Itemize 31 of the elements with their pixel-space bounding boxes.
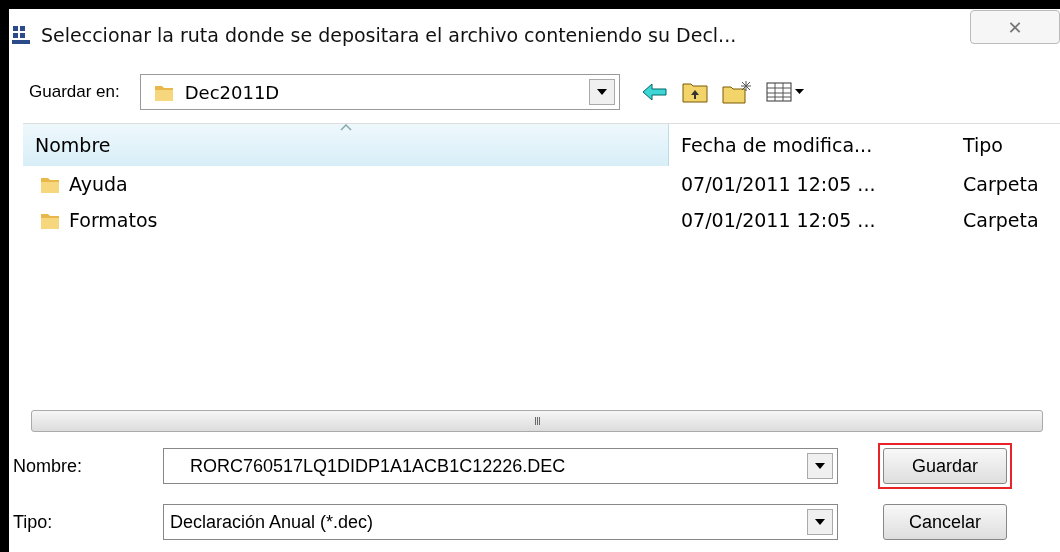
app-icon [11, 24, 33, 46]
file-item[interactable]: Ayuda [23, 173, 669, 195]
cancel-button[interactable]: Cancelar [883, 504, 1007, 540]
dropdown-button[interactable] [807, 453, 833, 479]
dropdown-button[interactable] [807, 509, 833, 535]
combo-field[interactable]: Declaración Anual (*.dec) [163, 504, 838, 540]
location-label: Guardar en: [29, 82, 120, 102]
column-header[interactable]: Tipo [951, 124, 1051, 166]
caret-icon [596, 89, 607, 95]
save-button[interactable]: Guardar [883, 448, 1007, 484]
caret-icon [815, 463, 825, 469]
combo-field[interactable]: RORC760517LQ1DIDP1A1ACB1C12226.DEC [163, 448, 838, 484]
close-button[interactable]: ✕ [970, 10, 1060, 44]
location-combo[interactable]: Dec2011D [139, 74, 620, 110]
column-header[interactable]: Nombre [23, 124, 669, 166]
scrollbar-thumb[interactable]: III [31, 410, 1043, 432]
up-folder-icon[interactable] [681, 81, 708, 103]
table-cell-text: Carpeta [962, 209, 1040, 231]
window-title: Seleccionar la ruta donde se depositara el archivo conteniendo su Decl... [41, 24, 737, 46]
caret-icon [815, 519, 825, 525]
field-label: Tipo: [12, 511, 54, 533]
back-arrow-icon[interactable] [641, 83, 668, 101]
file-item[interactable]: Formatos [23, 209, 669, 231]
view-menu-icon[interactable] [765, 81, 806, 103]
new-folder-icon[interactable] [721, 80, 752, 104]
field-label: Nombre: [12, 455, 84, 477]
table-cell-text: 07/01/2011 12:05 ... [680, 209, 877, 231]
column-header[interactable]: Fecha de modifica... [669, 124, 951, 166]
dropdown-button[interactable] [588, 79, 615, 105]
table-cell-text: Carpeta [962, 173, 1040, 195]
table-cell-text: 07/01/2011 12:05 ... [680, 173, 877, 195]
